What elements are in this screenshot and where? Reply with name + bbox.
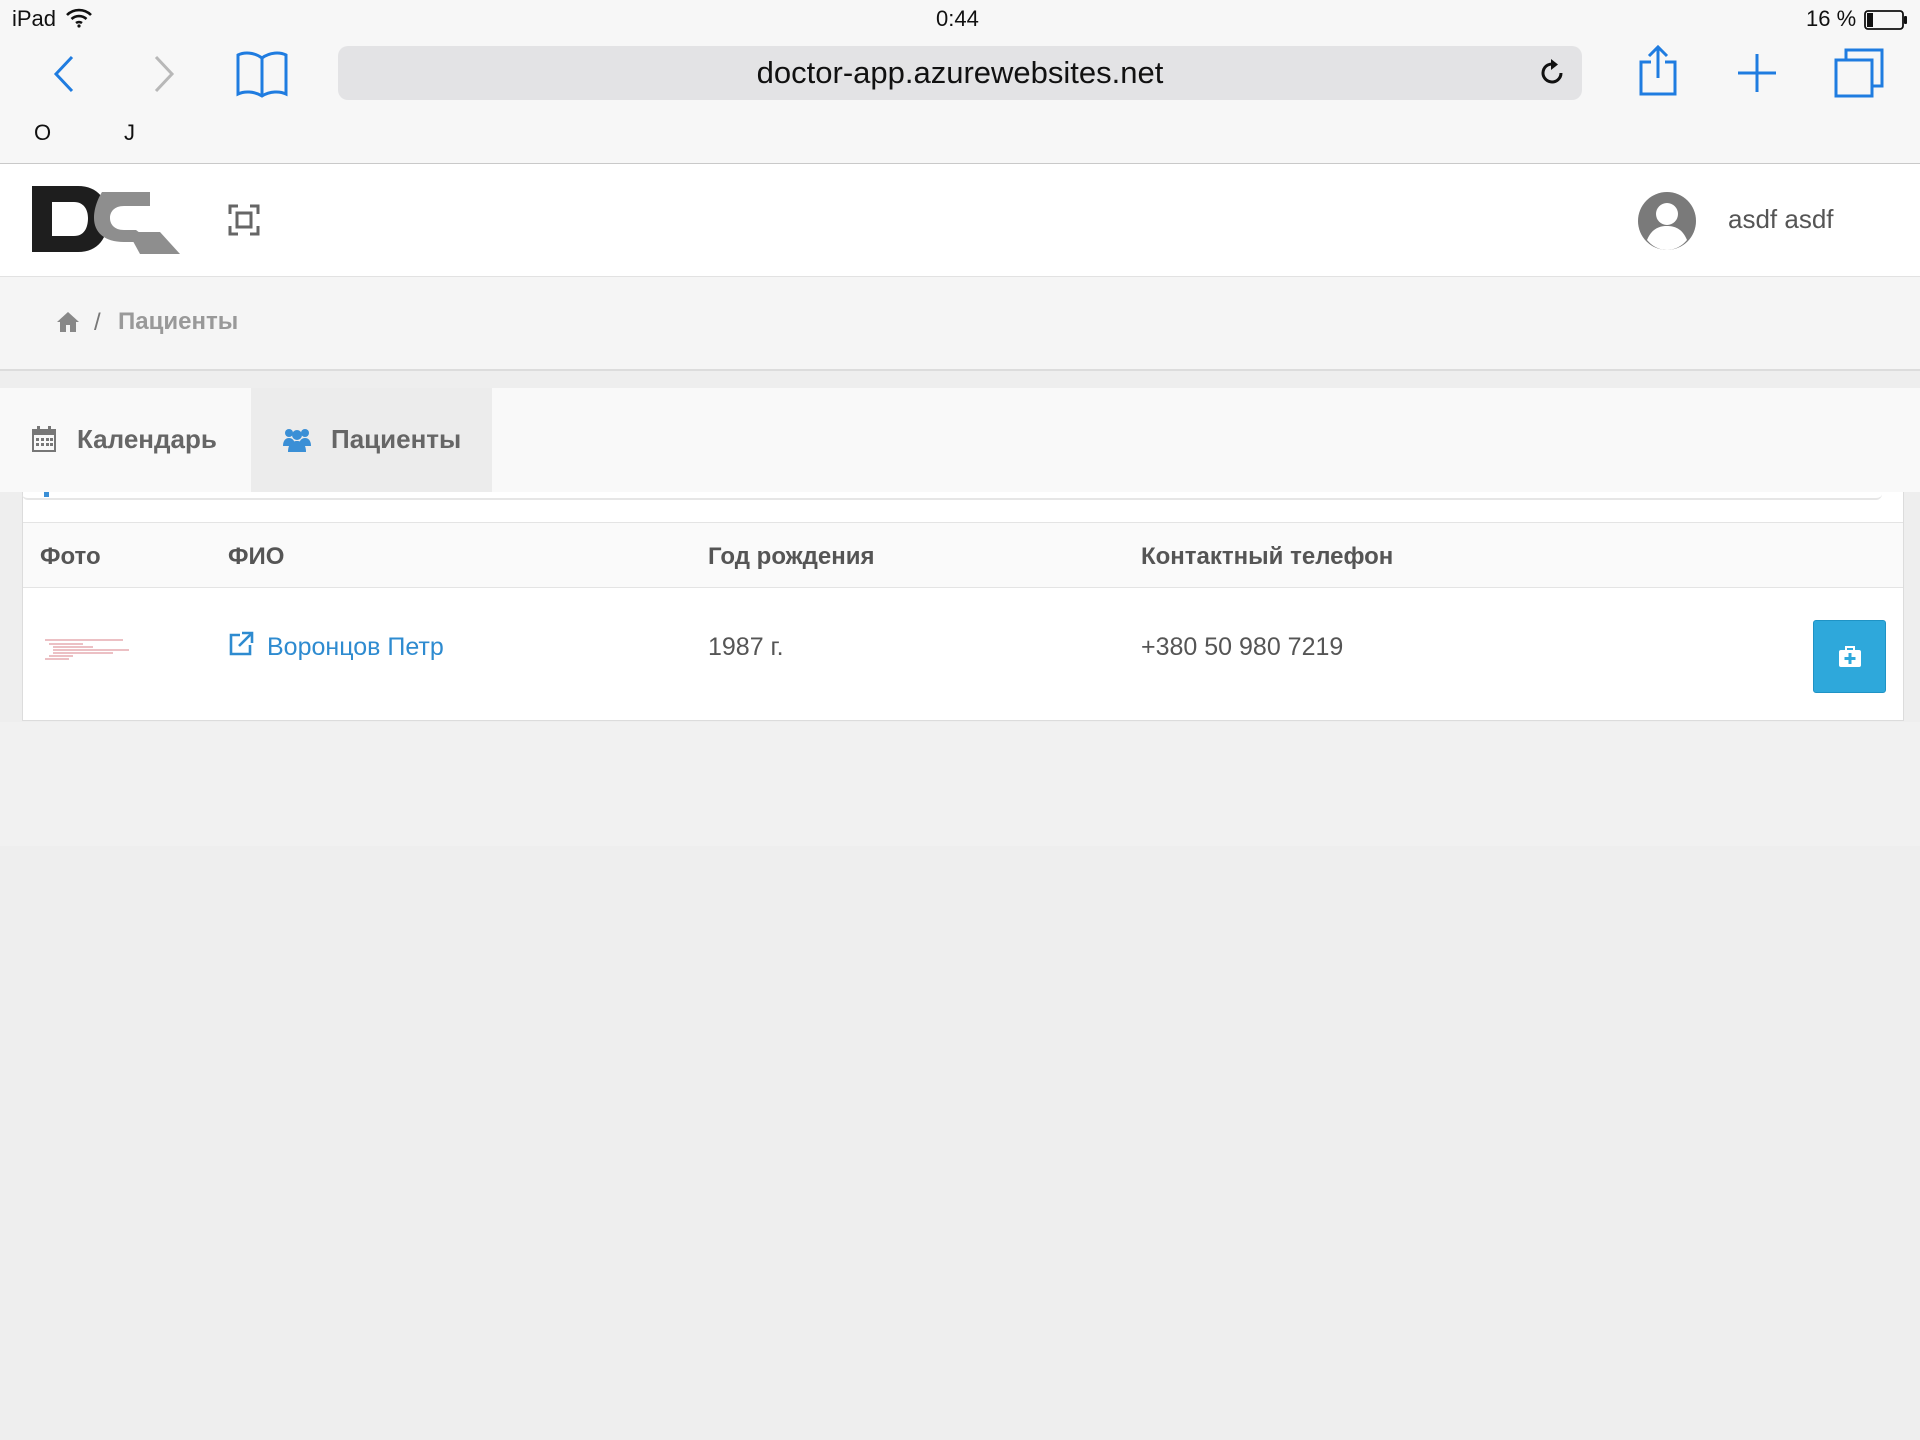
- app-logo[interactable]: [32, 184, 182, 256]
- avatar[interactable]: [1638, 192, 1696, 250]
- tab-patients[interactable]: Пациенты: [251, 388, 492, 492]
- forward-icon[interactable]: [150, 54, 178, 94]
- new-tab-icon[interactable]: [1736, 52, 1778, 94]
- nav-tabs: Календарь Пациенты: [0, 388, 1920, 492]
- user-name[interactable]: asdf asdf: [1728, 204, 1834, 235]
- tabs-icon[interactable]: [1834, 48, 1884, 98]
- breadcrumb-separator: /: [94, 309, 101, 336]
- table-row: Воронцов Петр 1987 г. +380 50 980 7219: [23, 587, 1903, 721]
- tab-label: Пациенты: [331, 424, 462, 454]
- back-icon[interactable]: [50, 54, 78, 94]
- wifi-icon: [66, 8, 92, 28]
- favorite-item[interactable]: O: [34, 120, 51, 146]
- patient-phone: +380 50 980 7219: [1141, 633, 1344, 661]
- patient-photo: [45, 639, 129, 660]
- patient-name-link[interactable]: Воронцов Петр: [267, 633, 444, 662]
- breadcrumb-current: Пациенты: [118, 308, 239, 335]
- reload-icon[interactable]: [1536, 57, 1568, 89]
- patients-panel: Фото ФИО Год рождения Контактный телефон…: [22, 492, 1904, 721]
- column-header-photo: Фото: [40, 543, 101, 570]
- battery-icon: [1864, 10, 1907, 30]
- external-link-icon[interactable]: [228, 631, 254, 657]
- column-header-name: ФИО: [228, 543, 285, 570]
- panel-accent: [44, 492, 49, 497]
- tab-label: Календарь: [77, 424, 217, 454]
- favorite-item[interactable]: J: [124, 120, 135, 146]
- tab-calendar[interactable]: Календарь: [0, 388, 251, 492]
- home-icon[interactable]: [56, 311, 80, 333]
- app-header: asdf asdf: [0, 164, 1920, 277]
- panel-divider: [22, 494, 1882, 500]
- share-icon[interactable]: [1638, 44, 1678, 96]
- page-footer-area: [0, 722, 1920, 846]
- bookmarks-icon[interactable]: [236, 50, 288, 98]
- address-bar[interactable]: doctor-app.azurewebsites.net: [338, 46, 1582, 100]
- calendar-icon: [32, 426, 56, 452]
- breadcrumb: / Пациенты: [0, 277, 1920, 371]
- url-text: doctor-app.azurewebsites.net: [756, 55, 1164, 90]
- device-label: iPad: [12, 6, 57, 31]
- column-header-birth-year: Год рождения: [708, 543, 875, 570]
- table-header: Фото ФИО Год рождения Контактный телефон: [23, 522, 1903, 588]
- column-header-phone: Контактный телефон: [1141, 543, 1394, 570]
- clock: 0:44: [936, 6, 979, 31]
- medical-record-button[interactable]: [1813, 620, 1886, 693]
- users-icon: [283, 429, 311, 452]
- medkit-icon: [1839, 646, 1861, 667]
- patient-birth-year: 1987 г.: [708, 633, 784, 661]
- battery-percent: 16 %: [1806, 6, 1857, 31]
- browser-chrome: iPad 0:44 16 % doctor-app.azurewebsites.…: [0, 0, 1920, 164]
- fullscreen-icon[interactable]: [228, 204, 260, 236]
